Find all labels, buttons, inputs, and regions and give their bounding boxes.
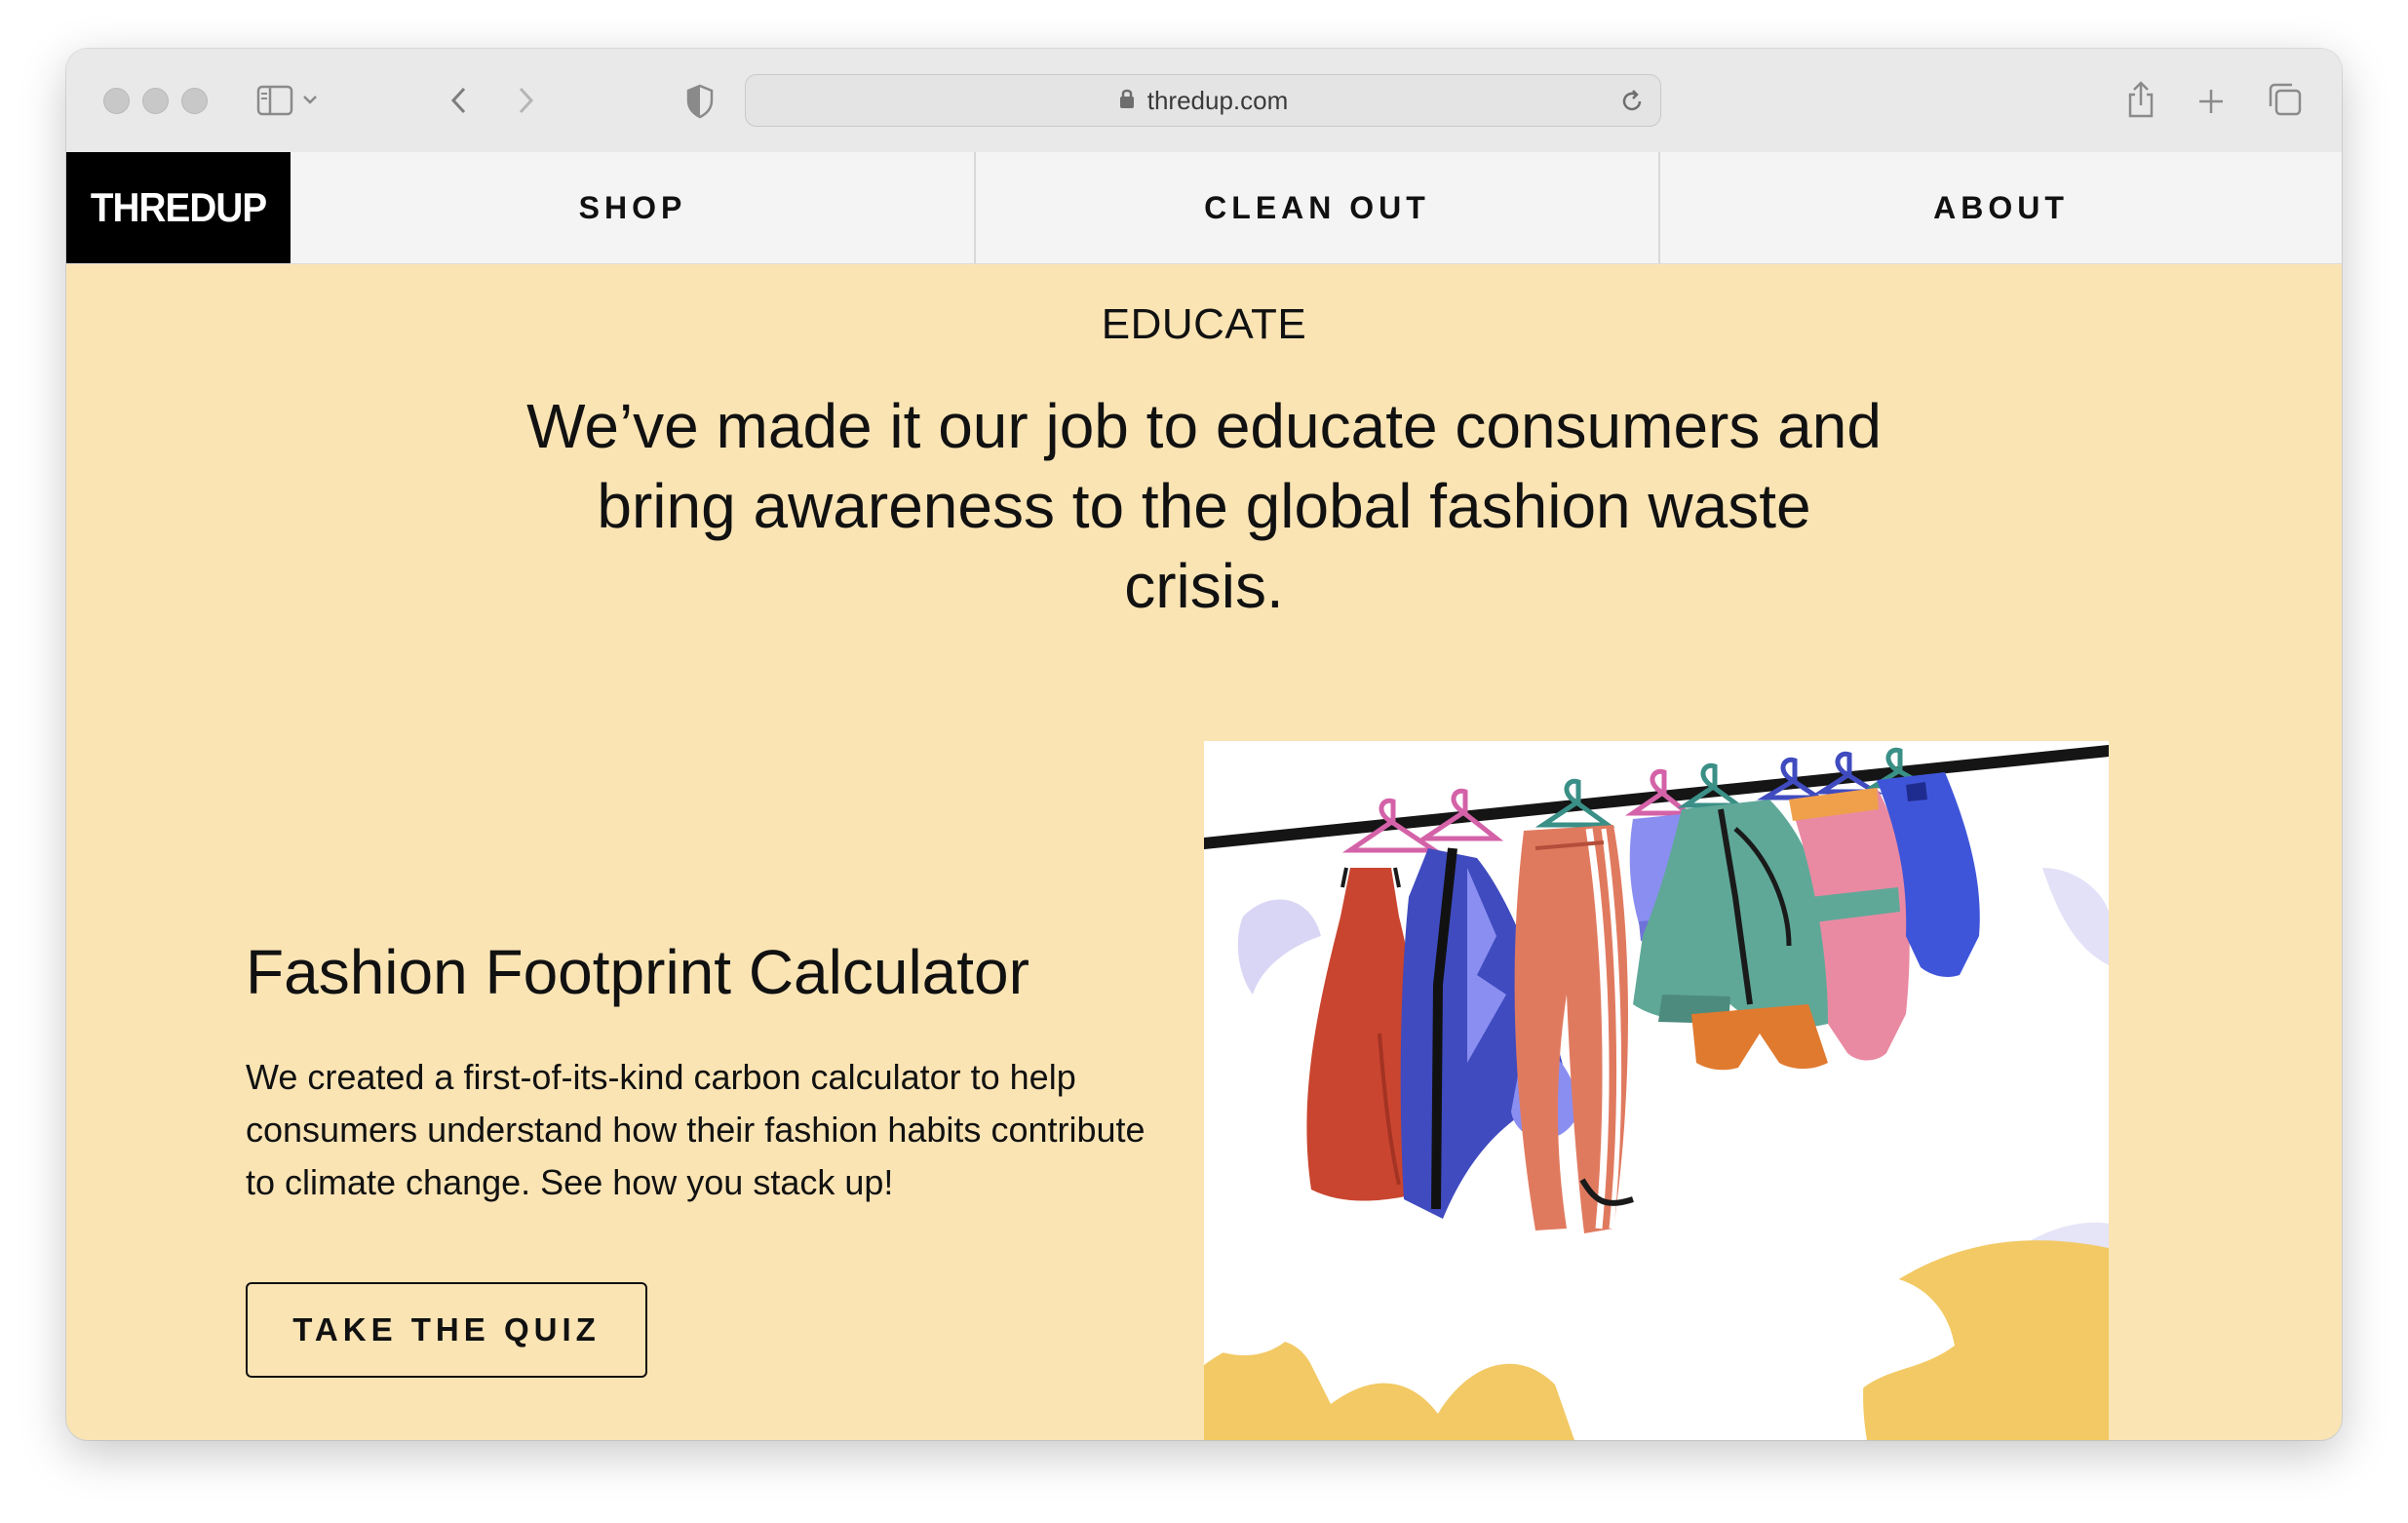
tabs-icon[interactable] bbox=[2266, 80, 2305, 119]
nav-about[interactable]: ABOUT bbox=[1660, 152, 2342, 263]
shield-icon[interactable] bbox=[680, 82, 719, 121]
share-icon[interactable] bbox=[2121, 78, 2160, 121]
section-eyebrow: EDUCATE bbox=[1101, 300, 1307, 348]
browser-window: thredup.com THREDUP SHOP CLEAN OUT ABOUT… bbox=[66, 49, 2342, 1440]
back-arrow-icon[interactable] bbox=[439, 82, 478, 119]
site-navigation: THREDUP SHOP CLEAN OUT ABOUT bbox=[66, 152, 2342, 264]
thredup-logo[interactable]: THREDUP bbox=[66, 152, 291, 263]
calculator-title: Fashion Footprint Calculator bbox=[246, 937, 1029, 1007]
minimize-window-button[interactable] bbox=[142, 88, 169, 114]
nav-shop[interactable]: SHOP bbox=[291, 152, 975, 263]
nav-clean-out[interactable]: CLEAN OUT bbox=[976, 152, 1658, 263]
logo-text: THREDUP bbox=[90, 184, 267, 230]
forward-arrow-icon[interactable] bbox=[507, 82, 546, 119]
take-the-quiz-button[interactable]: TAKE THE QUIZ bbox=[246, 1282, 647, 1378]
browser-toolbar: thredup.com bbox=[66, 49, 2342, 153]
calculator-description: We created a first-of-its-kind carbon ca… bbox=[246, 1057, 1146, 1202]
lock-icon bbox=[1118, 87, 1136, 115]
plus-icon[interactable] bbox=[2192, 82, 2231, 121]
clothing-rack-illustration bbox=[1204, 741, 2109, 1440]
reload-icon[interactable] bbox=[1617, 87, 1647, 116]
close-window-button[interactable] bbox=[103, 88, 130, 114]
hero-headline: We’ve made it our job to educate consume… bbox=[526, 391, 1882, 621]
chevron-down-icon[interactable] bbox=[298, 88, 322, 111]
url-text: thredup.com bbox=[1146, 85, 1289, 115]
sidebar-icon[interactable] bbox=[255, 82, 294, 119]
address-bar[interactable]: thredup.com bbox=[745, 74, 1661, 127]
zoom-window-button[interactable] bbox=[181, 88, 208, 114]
